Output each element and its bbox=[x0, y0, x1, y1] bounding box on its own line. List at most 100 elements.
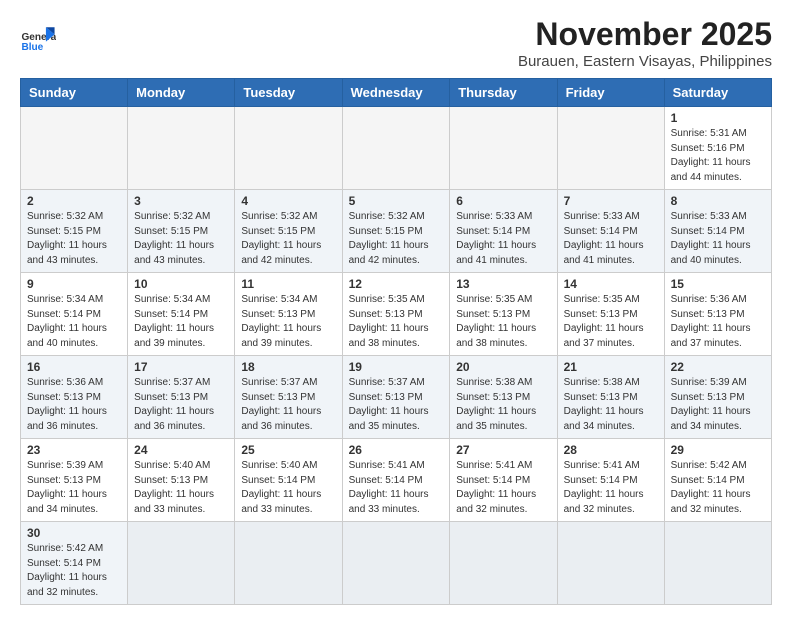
table-row: 6 Sunrise: 5:33 AM Sunset: 5:14 PM Daylig… bbox=[450, 190, 557, 273]
table-row: 10Sunrise: 5:34 AM Sunset: 5:14 PM Dayli… bbox=[128, 273, 235, 356]
table-row: 28Sunrise: 5:41 AM Sunset: 5:14 PM Dayli… bbox=[557, 439, 664, 522]
table-row: 24 Sunrise: 5:40 AM Sunset: 5:13 PM Dayli… bbox=[128, 439, 235, 522]
table-row: 9 Sunrise: 5:34 AM Sunset: 5:14 PM Daylig… bbox=[21, 273, 128, 356]
table-row bbox=[128, 107, 235, 190]
day-info: Sunrise: 5:33 AM Sunset: 5:14 PM Dayligh… bbox=[671, 210, 765, 268]
col-monday: Monday bbox=[128, 79, 235, 107]
day-info: Sunrise: 5:39 AM Sunset: 5:13 PM Dayligh… bbox=[27, 459, 121, 517]
day-number: 4 bbox=[241, 194, 335, 208]
table-row: 15Sunrise: 5:36 AM Sunset: 5:13 PM Dayli… bbox=[664, 273, 771, 356]
day-number: 6 bbox=[456, 194, 550, 208]
day-number: 19 bbox=[349, 360, 444, 374]
table-row: 5Sunrise: 5:32 AM Sunset: 5:15 PM Daylig… bbox=[342, 190, 450, 273]
day-info: Sunrise: 5:38 AM Sunset: 5:13 PM Dayligh… bbox=[564, 376, 658, 434]
col-sunday: Sunday bbox=[21, 79, 128, 107]
day-number: 1 bbox=[671, 111, 765, 125]
day-info: Sunrise: 5:35 AM Sunset: 5:13 PM Dayligh… bbox=[564, 293, 658, 351]
day-number: 10 bbox=[134, 277, 228, 291]
day-number: 9 bbox=[27, 277, 121, 291]
day-number: 16 bbox=[27, 360, 121, 374]
day-info: Sunrise: 5:37 AM Sunset: 5:13 PM Dayligh… bbox=[241, 376, 335, 434]
table-row: 18 Sunrise: 5:37 AM Sunset: 5:13 PM Dayli… bbox=[235, 356, 342, 439]
day-info: Sunrise: 5:37 AM Sunset: 5:13 PM Dayligh… bbox=[349, 376, 444, 434]
table-row: 19 Sunrise: 5:37 AM Sunset: 5:13 PM Dayli… bbox=[342, 356, 450, 439]
day-info: Sunrise: 5:37 AM Sunset: 5:13 PM Dayligh… bbox=[134, 376, 228, 434]
day-number: 26 bbox=[349, 443, 444, 457]
day-number: 25 bbox=[241, 443, 335, 457]
day-number: 23 bbox=[27, 443, 121, 457]
day-number: 14 bbox=[564, 277, 658, 291]
day-number: 7 bbox=[564, 194, 658, 208]
table-row: 2Sunrise: 5:32 AM Sunset: 5:15 PM Daylig… bbox=[21, 190, 128, 273]
day-info: Sunrise: 5:32 AM Sunset: 5:15 PM Dayligh… bbox=[241, 210, 335, 268]
page-subtitle: Burauen, Eastern Visayas, Philippines bbox=[518, 53, 772, 70]
table-row: 11 Sunrise: 5:34 AM Sunset: 5:13 PM Dayli… bbox=[235, 273, 342, 356]
table-row: 17Sunrise: 5:37 AM Sunset: 5:13 PM Dayli… bbox=[128, 356, 235, 439]
table-row: 3 Sunrise: 5:32 AM Sunset: 5:15 PM Daylig… bbox=[128, 190, 235, 273]
svg-text:Blue: Blue bbox=[21, 42, 43, 53]
table-row bbox=[450, 522, 557, 605]
day-info: Sunrise: 5:33 AM Sunset: 5:14 PM Dayligh… bbox=[456, 210, 550, 268]
day-number: 11 bbox=[241, 277, 335, 291]
day-number: 3 bbox=[134, 194, 228, 208]
day-number: 18 bbox=[241, 360, 335, 374]
table-row: 27 Sunrise: 5:41 AM Sunset: 5:14 PM Dayli… bbox=[450, 439, 557, 522]
table-row: 8Sunrise: 5:33 AM Sunset: 5:14 PM Daylig… bbox=[664, 190, 771, 273]
col-thursday: Thursday bbox=[450, 79, 557, 107]
table-row: 1 Sunrise: 5:31 AM Sunset: 5:16 PM Daylig… bbox=[664, 107, 771, 190]
day-number: 15 bbox=[671, 277, 765, 291]
day-number: 22 bbox=[671, 360, 765, 374]
day-info: Sunrise: 5:34 AM Sunset: 5:13 PM Dayligh… bbox=[241, 293, 335, 351]
day-number: 27 bbox=[456, 443, 550, 457]
table-row bbox=[235, 522, 342, 605]
day-info: Sunrise: 5:36 AM Sunset: 5:13 PM Dayligh… bbox=[27, 376, 121, 434]
day-info: Sunrise: 5:32 AM Sunset: 5:15 PM Dayligh… bbox=[134, 210, 228, 268]
day-number: 30 bbox=[27, 526, 121, 540]
day-info: Sunrise: 5:42 AM Sunset: 5:14 PM Dayligh… bbox=[671, 459, 765, 517]
day-info: Sunrise: 5:42 AM Sunset: 5:14 PM Dayligh… bbox=[27, 542, 121, 600]
day-info: Sunrise: 5:34 AM Sunset: 5:14 PM Dayligh… bbox=[27, 293, 121, 351]
day-info: Sunrise: 5:40 AM Sunset: 5:13 PM Dayligh… bbox=[134, 459, 228, 517]
table-row: 26 Sunrise: 5:41 AM Sunset: 5:14 PM Dayli… bbox=[342, 439, 450, 522]
day-info: Sunrise: 5:38 AM Sunset: 5:13 PM Dayligh… bbox=[456, 376, 550, 434]
col-wednesday: Wednesday bbox=[342, 79, 450, 107]
day-info: Sunrise: 5:41 AM Sunset: 5:14 PM Dayligh… bbox=[349, 459, 444, 517]
page-header: General Blue November 2025 Burauen, East… bbox=[20, 16, 772, 70]
table-row bbox=[21, 107, 128, 190]
calendar-week-row: 16 Sunrise: 5:36 AM Sunset: 5:13 PM Dayli… bbox=[21, 356, 772, 439]
col-saturday: Saturday bbox=[664, 79, 771, 107]
table-row bbox=[664, 522, 771, 605]
day-info: Sunrise: 5:31 AM Sunset: 5:16 PM Dayligh… bbox=[671, 127, 765, 185]
table-row: 25 Sunrise: 5:40 AM Sunset: 5:14 PM Dayli… bbox=[235, 439, 342, 522]
day-info: Sunrise: 5:33 AM Sunset: 5:14 PM Dayligh… bbox=[564, 210, 658, 268]
table-row: 20Sunrise: 5:38 AM Sunset: 5:13 PM Dayli… bbox=[450, 356, 557, 439]
table-row: 12Sunrise: 5:35 AM Sunset: 5:13 PM Dayli… bbox=[342, 273, 450, 356]
table-row bbox=[557, 522, 664, 605]
day-number: 24 bbox=[134, 443, 228, 457]
page-title: November 2025 bbox=[518, 16, 772, 53]
logo-icon: General Blue bbox=[20, 20, 56, 56]
day-info: Sunrise: 5:35 AM Sunset: 5:13 PM Dayligh… bbox=[349, 293, 444, 351]
table-row: 4 Sunrise: 5:32 AM Sunset: 5:15 PM Daylig… bbox=[235, 190, 342, 273]
table-row: 14 Sunrise: 5:35 AM Sunset: 5:13 PM Dayli… bbox=[557, 273, 664, 356]
table-row bbox=[450, 107, 557, 190]
table-row: 21Sunrise: 5:38 AM Sunset: 5:13 PM Dayli… bbox=[557, 356, 664, 439]
day-info: Sunrise: 5:41 AM Sunset: 5:14 PM Dayligh… bbox=[456, 459, 550, 517]
day-number: 28 bbox=[564, 443, 658, 457]
calendar-table: Sunday Monday Tuesday Wednesday Thursday… bbox=[20, 78, 772, 605]
table-row bbox=[342, 522, 450, 605]
title-block: November 2025 Burauen, Eastern Visayas, … bbox=[518, 16, 772, 70]
day-info: Sunrise: 5:35 AM Sunset: 5:13 PM Dayligh… bbox=[456, 293, 550, 351]
day-info: Sunrise: 5:32 AM Sunset: 5:15 PM Dayligh… bbox=[27, 210, 121, 268]
calendar-header-row: Sunday Monday Tuesday Wednesday Thursday… bbox=[21, 79, 772, 107]
day-number: 13 bbox=[456, 277, 550, 291]
table-row: 13 Sunrise: 5:35 AM Sunset: 5:13 PM Dayli… bbox=[450, 273, 557, 356]
calendar-week-row: 1 Sunrise: 5:31 AM Sunset: 5:16 PM Daylig… bbox=[21, 107, 772, 190]
logo: General Blue bbox=[20, 20, 56, 56]
day-number: 29 bbox=[671, 443, 765, 457]
table-row: 30 Sunrise: 5:42 AM Sunset: 5:14 PM Dayli… bbox=[21, 522, 128, 605]
day-info: Sunrise: 5:40 AM Sunset: 5:14 PM Dayligh… bbox=[241, 459, 335, 517]
col-friday: Friday bbox=[557, 79, 664, 107]
table-row: 22Sunrise: 5:39 AM Sunset: 5:13 PM Dayli… bbox=[664, 356, 771, 439]
table-row: 16 Sunrise: 5:36 AM Sunset: 5:13 PM Dayli… bbox=[21, 356, 128, 439]
